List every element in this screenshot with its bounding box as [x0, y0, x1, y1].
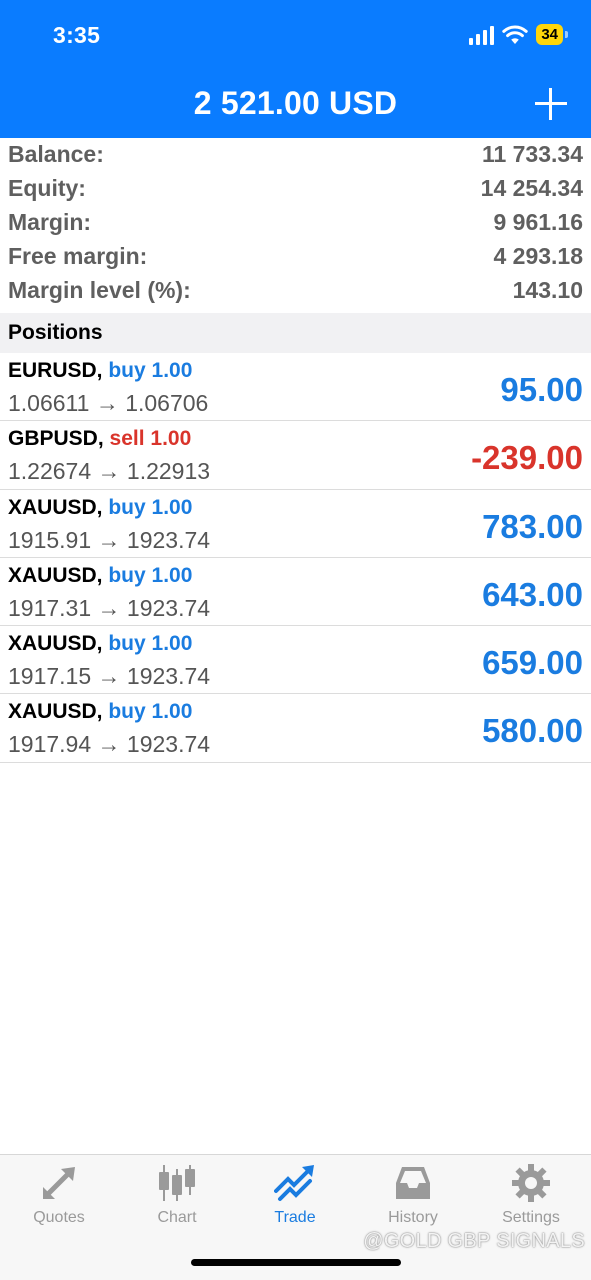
position-prices: 1917.31 → 1923.74	[8, 594, 211, 621]
summary-value: 143.10	[512, 276, 583, 303]
position-direction: buy 1.00	[108, 495, 193, 519]
position-direction: buy 1.00	[108, 359, 193, 382]
history-inbox-icon	[396, 1167, 430, 1199]
summary-row-margin: Margin: 9 961.16	[0, 206, 591, 240]
position-row[interactable]: XAUUSD, buy 1.00 1917.15 → 1923.74 659.0…	[0, 626, 591, 695]
summary-value: 11 733.34	[481, 141, 583, 168]
home-indicator[interactable]	[191, 1259, 401, 1266]
summary-label: Margin level (%):	[8, 276, 191, 303]
trade-trend-icon	[274, 1165, 314, 1201]
summary-row-free-margin: Free margin: 4 293.18	[0, 239, 591, 273]
position-prices: 1917.94 → 1923.74	[8, 731, 211, 758]
position-direction: buy 1.00	[108, 700, 193, 724]
position-direction: buy 1.00	[108, 563, 193, 587]
position-direction: sell 1.00	[109, 427, 192, 451]
summary-label: Balance:	[8, 141, 104, 168]
tab-chart[interactable]: Chart	[118, 1163, 236, 1227]
position-row[interactable]: XAUUSD, buy 1.00 1917.31 → 1923.74 643.0…	[0, 558, 591, 627]
position-row[interactable]: XAUUSD, buy 1.00 1915.91 → 1923.74 783.0…	[0, 490, 591, 558]
position-profit: 659.00	[482, 644, 583, 682]
summary-row-equity: Equity: 14 254.34	[0, 172, 591, 206]
summary-value: 9 961.16	[493, 208, 583, 235]
tab-label: History	[388, 1209, 438, 1226]
position-direction: buy 1.00	[108, 632, 193, 656]
summary-row-balance: Balance: 11 733.34	[0, 138, 591, 172]
position-profit: 783.00	[482, 507, 583, 545]
status-icons: 34	[469, 24, 568, 45]
position-symbol: XAUUSD,	[8, 700, 103, 724]
tab-label: Quotes	[33, 1209, 85, 1226]
summary-label: Margin:	[8, 208, 92, 235]
tab-history[interactable]: History	[354, 1163, 472, 1227]
position-symbol: GBPUSD,	[8, 427, 104, 451]
summary-row-margin-level: Margin level (%): 143.10	[0, 273, 591, 307]
tab-settings[interactable]: Settings	[472, 1163, 590, 1227]
wifi-icon	[502, 25, 529, 45]
position-symbol: XAUUSD,	[8, 632, 103, 656]
position-symbol: XAUUSD,	[8, 563, 103, 587]
position-symbol: EURUSD,	[8, 359, 103, 382]
position-profit: 643.00	[482, 575, 583, 613]
position-prices: 1915.91 → 1923.74	[8, 526, 211, 553]
position-profit: -239.00	[471, 439, 583, 477]
summary-label: Equity:	[8, 175, 86, 202]
position-symbol: XAUUSD,	[8, 495, 103, 519]
positions-section-header: Positions	[0, 313, 591, 353]
summary-label: Free margin:	[8, 242, 148, 269]
tab-label: Settings	[502, 1209, 560, 1226]
positions-list: EURUSD, buy 1.00 1.06611 → 1.06706 95.00…	[0, 353, 591, 763]
cellular-signal-icon	[469, 25, 495, 45]
quotes-arrows-icon	[43, 1167, 75, 1199]
position-row[interactable]: XAUUSD, buy 1.00 1917.94 → 1923.74 580.0…	[0, 694, 591, 763]
new-order-button[interactable]	[535, 88, 567, 120]
position-row[interactable]: EURUSD, buy 1.00 1.06611 → 1.06706 95.00	[0, 353, 591, 422]
position-prices: 1.22674 → 1.22913	[8, 458, 211, 485]
position-row[interactable]: GBPUSD, sell 1.00 1.22674 → 1.22913 -239…	[0, 421, 591, 490]
position-profit: 95.00	[500, 371, 583, 408]
position-profit: 580.00	[482, 712, 583, 750]
tab-trade[interactable]: Trade	[236, 1163, 354, 1227]
status-time: 3:35	[53, 22, 101, 48]
summary-value: 14 254.34	[480, 175, 583, 202]
candlestick-chart-icon	[159, 1165, 195, 1201]
account-summary: Balance: 11 733.34 Equity: 14 254.34 Mar…	[0, 138, 591, 307]
battery-icon: 34	[536, 24, 568, 45]
summary-value: 4 293.18	[493, 242, 583, 269]
position-prices: 1.06611 → 1.06706	[8, 390, 209, 416]
tab-label: Chart	[157, 1209, 197, 1226]
watermark-text: @GOLD GBP SIGNALS	[363, 1230, 585, 1252]
gear-icon	[512, 1164, 550, 1202]
position-prices: 1917.15 → 1923.74	[8, 663, 211, 690]
tab-label: Trade	[274, 1209, 316, 1226]
app-header: 3:35 34 2 521.00 USD	[0, 0, 591, 138]
tab-quotes[interactable]: Quotes	[0, 1163, 118, 1227]
account-profit-title: 2 521.00 USD	[193, 85, 398, 121]
